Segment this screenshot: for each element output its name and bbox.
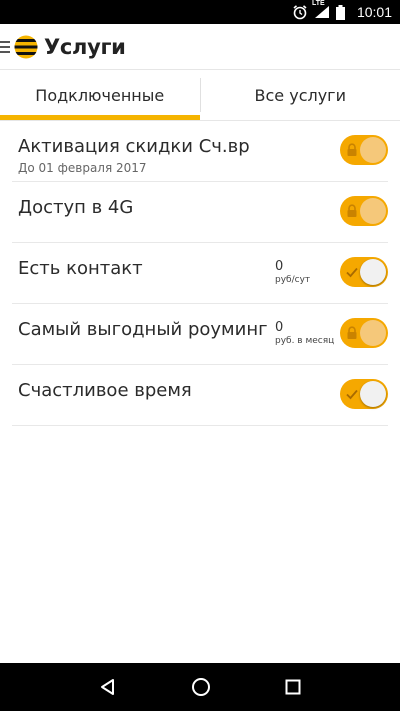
- service-subtitle: До 01 февраля 2017: [18, 161, 147, 175]
- price-unit: руб. в месяц: [275, 336, 335, 346]
- tab-connected[interactable]: Подключенные: [0, 70, 200, 120]
- toggle-knob: [360, 259, 386, 285]
- checkmark-icon: [346, 267, 358, 278]
- tab-bar: Подключенные Все услуги: [0, 70, 400, 120]
- lock-icon: [347, 326, 357, 339]
- list-item: Самый выгодный роуминг 0 руб. в месяц: [12, 304, 388, 365]
- list-item: Доступ в 4G: [12, 182, 388, 243]
- recents-icon[interactable]: [285, 679, 301, 695]
- service-toggle[interactable]: [340, 196, 388, 226]
- tab-label: Подключенные: [35, 85, 165, 105]
- price-value: 0: [275, 320, 284, 335]
- lte-signal-icon: LTE: [312, 0, 330, 19]
- clock: 10:01: [356, 4, 392, 20]
- screen: LTE 10:01 Услуги Подключенные Все услуги…: [0, 0, 400, 711]
- tab-label: Все услуги: [254, 85, 346, 105]
- lock-icon: [347, 204, 357, 217]
- toggle-knob: [360, 320, 386, 346]
- service-title: Самый выгодный роуминг: [18, 319, 268, 340]
- services-list: Активация скидки Сч.вр До 01 февраля 201…: [12, 121, 388, 426]
- beeline-logo: [14, 35, 38, 58]
- back-icon[interactable]: [99, 678, 117, 696]
- checkmark-icon: [346, 389, 358, 400]
- toggle-knob: [360, 381, 386, 407]
- menu-icon[interactable]: [0, 40, 10, 54]
- price-value: 0: [275, 259, 284, 274]
- app-bar: Услуги: [0, 24, 400, 70]
- system-nav-bar: [0, 663, 400, 711]
- service-title: Активация скидки Сч.вр: [18, 136, 250, 157]
- page-title: Услуги: [44, 34, 126, 59]
- lock-icon: [347, 143, 357, 156]
- service-price: 0 руб/сут: [275, 260, 345, 286]
- toggle-knob: [360, 198, 386, 224]
- toggle-knob: [360, 137, 386, 163]
- list-item: Активация скидки Сч.вр До 01 февраля 201…: [12, 121, 388, 182]
- list-item: Счастливое время: [12, 365, 388, 426]
- price-unit: руб/сут: [275, 275, 311, 285]
- service-title: Доступ в 4G: [18, 197, 134, 218]
- service-toggle[interactable]: [340, 318, 388, 348]
- home-icon[interactable]: [191, 677, 211, 697]
- tab-all-services[interactable]: Все услуги: [201, 70, 400, 120]
- lte-label: LTE: [311, 0, 325, 7]
- service-toggle[interactable]: [340, 257, 388, 287]
- service-price: 0 руб. в месяц: [275, 321, 345, 347]
- service-toggle[interactable]: [340, 135, 388, 165]
- service-title: Есть контакт: [18, 258, 143, 279]
- status-bar: LTE 10:01: [0, 0, 400, 24]
- alarm-icon: [292, 4, 308, 20]
- service-toggle[interactable]: [340, 379, 388, 409]
- service-title: Счастливое время: [18, 380, 192, 401]
- list-item: Есть контакт 0 руб/сут: [12, 243, 388, 304]
- battery-icon: [335, 4, 345, 20]
